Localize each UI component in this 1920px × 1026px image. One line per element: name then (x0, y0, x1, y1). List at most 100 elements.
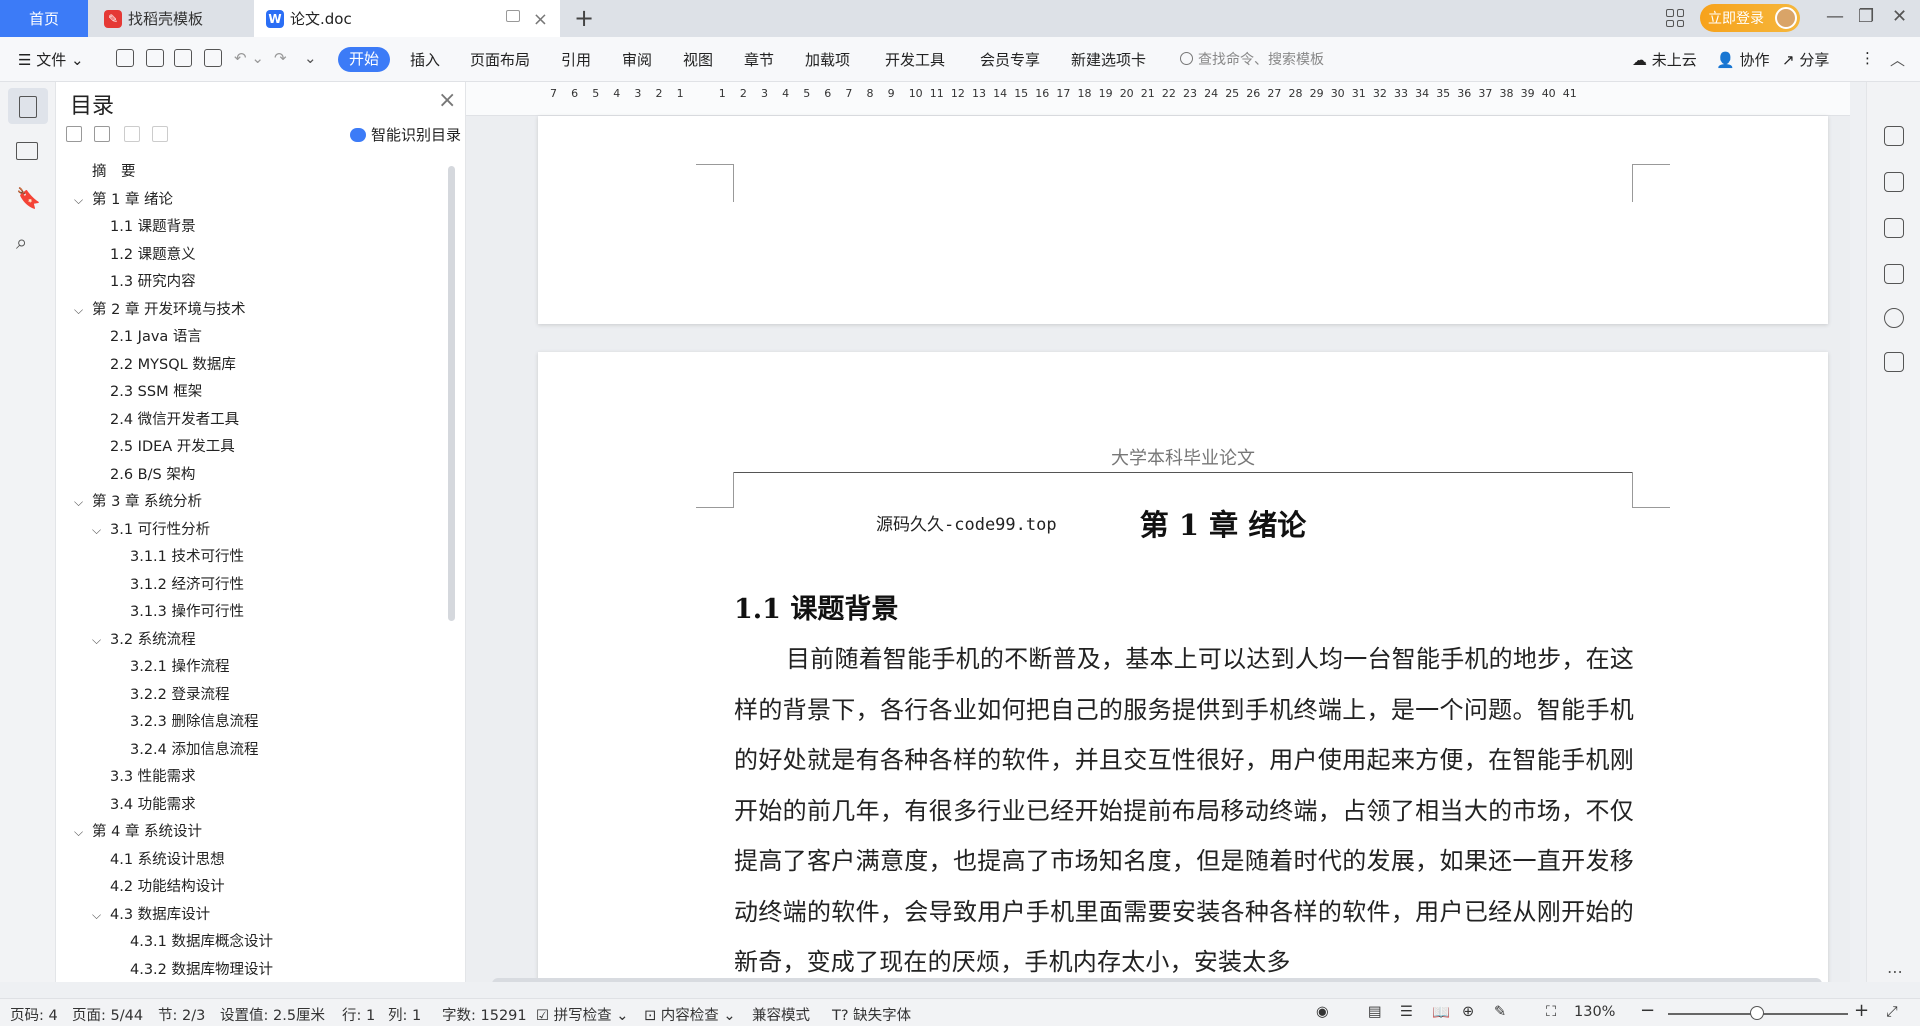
reading-view-icon[interactable]: 📖 (1432, 1004, 1450, 1021)
status-setting[interactable]: 设置值: 2.5厘米 (220, 1004, 325, 1025)
outline-item[interactable]: 2.4 微信开发者工具 (56, 407, 451, 435)
remove-heading-icon[interactable] (152, 126, 168, 142)
ribbon-tab-addins[interactable]: 加载项 (805, 49, 850, 70)
search-panel-icon[interactable]: ⌕ (16, 230, 38, 254)
status-word-count[interactable]: 字数: 15291 (442, 1004, 527, 1025)
share-button[interactable]: ↗ 分享 (1782, 49, 1829, 70)
smart-toc-button[interactable]: 智能识别目录 (350, 124, 461, 145)
fullscreen-icon[interactable]: ⤢ (1886, 1004, 1898, 1020)
outline-item[interactable]: ⌵ 第 3 章 系统分析 (56, 489, 451, 517)
outline-item[interactable]: 摘 要 (56, 159, 451, 187)
outline-item[interactable]: ⌵ 3.2 系统流程 (56, 627, 451, 655)
add-heading-icon[interactable] (124, 126, 140, 142)
edit-icon[interactable] (1884, 126, 1904, 146)
more-icon[interactable]: ⋮ (1860, 49, 1875, 67)
outline-close-icon[interactable]: × (438, 88, 456, 113)
zoom-level[interactable]: 130% (1574, 1004, 1615, 1020)
outline-item[interactable]: 3.2.1 操作流程 (56, 654, 451, 682)
outline-item[interactable]: 3.3 性能需求 (56, 764, 451, 792)
bookmark-icon[interactable]: 🔖 (16, 186, 41, 210)
ribbon-tab-reference[interactable]: 引用 (561, 49, 591, 70)
web-view-icon[interactable]: ⊕ (1462, 1004, 1474, 1020)
chevron-down-icon[interactable]: ⌵ (74, 489, 83, 517)
ribbon-tab-chapter[interactable]: 章节 (744, 49, 774, 70)
outline-item[interactable]: ⌵ 第 2 章 开发环境与技术 (56, 297, 451, 325)
missing-font-button[interactable]: T? 缺失字体 (832, 1004, 911, 1025)
customize-icon[interactable]: ⌄ (304, 49, 317, 67)
outline-item[interactable]: 3.2.4 添加信息流程 (56, 737, 451, 765)
outline-item[interactable]: 1.3 研究内容 (56, 269, 451, 297)
chevron-down-icon[interactable]: ⌵ (92, 627, 101, 655)
ribbon-tab-start[interactable]: 开始 (338, 47, 390, 72)
new-tab-icon[interactable]: + (574, 4, 594, 32)
outline-item[interactable]: ⌵ 第 4 章 系统设计 (56, 819, 451, 847)
zoom-out-icon[interactable]: − (1640, 1000, 1655, 1021)
more-options-icon[interactable]: ⋯ (1887, 962, 1903, 981)
horizontal-ruler[interactable]: 7 6 5 4 3 2 1 1 2 3 4 5 6 7 8 9 10 11 12 13 14 15 16 17 18 19 20 21… (466, 82, 1850, 116)
login-button[interactable]: 立即登录 (1700, 4, 1800, 32)
ribbon-tab-member[interactable]: 会员专享 (980, 49, 1040, 70)
outline-item[interactable]: 2.6 B/S 架构 (56, 462, 451, 490)
tab-close-icon[interactable]: × (533, 9, 548, 30)
image-icon[interactable] (1884, 264, 1904, 284)
redo-icon[interactable]: ↷ (274, 49, 287, 67)
ribbon-tab-new[interactable]: 新建选项卡 (1071, 49, 1146, 70)
chevron-down-icon[interactable]: ⌵ (92, 902, 101, 930)
cloud-status[interactable]: ☁ 未上云 (1632, 49, 1697, 70)
ai-icon[interactable] (1884, 308, 1904, 328)
ribbon-tab-developer[interactable]: 开发工具 (885, 49, 945, 70)
export-pdf-icon[interactable] (146, 49, 164, 67)
outline-item[interactable]: ⌵ 第 1 章 绪论 (56, 187, 451, 215)
collaborate-button[interactable]: 👤 协作 (1716, 49, 1769, 70)
tab-document[interactable]: W 论文.doc × (254, 0, 560, 37)
app-grid-icon[interactable] (1666, 9, 1684, 27)
outline-item[interactable]: 4.3.2 数据库物理设计 (56, 957, 451, 985)
save-icon[interactable] (116, 49, 134, 67)
zoom-slider-knob[interactable] (1750, 1006, 1764, 1020)
outline-item[interactable]: 3.2.3 删除信息流程 (56, 709, 451, 737)
outline-item[interactable]: 4.1 系统设计思想 (56, 847, 451, 875)
outline-view-icon[interactable]: ☰ (1400, 1004, 1413, 1020)
outline-scrollbar[interactable] (448, 166, 455, 621)
book-icon[interactable] (1884, 352, 1904, 372)
horizontal-scrollbar[interactable] (492, 978, 1822, 982)
write-view-icon[interactable]: ✎ (1494, 1004, 1506, 1020)
outline-item[interactable]: 3.4 功能需求 (56, 792, 451, 820)
tab-template[interactable]: ✎ 找稻壳模板 (90, 0, 250, 37)
print-icon[interactable] (174, 49, 192, 67)
outline-item[interactable]: 2.2 MYSQL 数据库 (56, 352, 451, 380)
collapse-ribbon-icon[interactable]: ︿ (1890, 49, 1905, 70)
chevron-down-icon[interactable]: ⌵ (92, 517, 101, 545)
ribbon-tab-page-layout[interactable]: 页面布局 (470, 49, 530, 70)
folder-icon[interactable] (16, 142, 38, 160)
print-preview-icon[interactable] (204, 49, 222, 67)
close-window-icon[interactable]: ✕ (1892, 6, 1907, 27)
outline-item[interactable]: ⌵ 3.1 可行性分析 (56, 517, 451, 545)
status-section[interactable]: 节: 2/3 (158, 1004, 205, 1025)
zoom-in-icon[interactable]: + (1854, 1000, 1869, 1021)
content-check-button[interactable]: ⊡ 内容检查 ⌄ (644, 1004, 736, 1025)
restore-icon[interactable]: ❐ (1858, 6, 1874, 27)
outline-item[interactable]: 2.1 Java 语言 (56, 324, 451, 352)
outline-item[interactable]: 3.2.2 登录流程 (56, 682, 451, 710)
minimize-icon[interactable]: — (1826, 6, 1844, 27)
page-view-icon[interactable]: ▤ (1368, 1004, 1382, 1020)
outline-item[interactable]: 3.1.1 技术可行性 (56, 544, 451, 572)
chevron-down-icon[interactable]: ⌵ (74, 297, 83, 325)
ribbon-tab-insert[interactable]: 插入 (410, 49, 440, 70)
collapse-all-icon[interactable] (66, 126, 82, 142)
settings-slider-icon[interactable] (1884, 218, 1904, 238)
expand-all-icon[interactable] (94, 126, 110, 142)
tab-home[interactable]: 首页 (0, 0, 88, 37)
outline-item[interactable]: 4.2 功能结构设计 (56, 874, 451, 902)
select-icon[interactable] (1884, 172, 1904, 192)
outline-icon[interactable] (19, 96, 37, 118)
chevron-down-icon[interactable]: ⌵ (74, 187, 83, 215)
outline-item[interactable]: 2.3 SSM 框架 (56, 379, 451, 407)
eye-protect-icon[interactable]: ◉ (1316, 1004, 1329, 1020)
undo-icon[interactable]: ↶ ⌄ (234, 49, 264, 67)
outline-item[interactable]: 1.1 课题背景 (56, 214, 451, 242)
status-page-number[interactable]: 页码: 4 (10, 1004, 58, 1025)
chevron-down-icon[interactable]: ⌵ (74, 819, 83, 847)
outline-item[interactable]: 3.1.2 经济可行性 (56, 572, 451, 600)
